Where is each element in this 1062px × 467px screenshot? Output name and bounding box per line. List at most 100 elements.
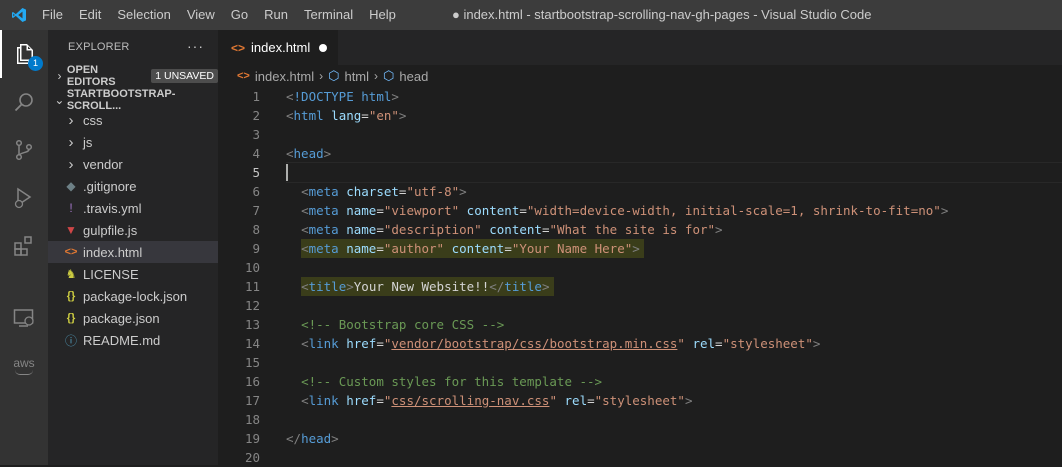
project-section[interactable]: ⌄ STARTBOOTSTRAP-SCROLL... <box>48 88 218 112</box>
code-token: "Your Name Here" <box>511 241 633 256</box>
menu-terminal[interactable]: Terminal <box>296 0 361 30</box>
code-token: html <box>293 108 324 123</box>
chevron-down-icon: ⌄ <box>54 93 65 107</box>
run-debug-icon <box>14 187 32 209</box>
code-line[interactable]: 11 <title>Your New Website!!</title> <box>218 277 1062 296</box>
line-number: 14 <box>244 336 260 351</box>
unsaved-dot-icon[interactable] <box>319 43 328 52</box>
tree-item-index-html[interactable]: <> index.html <box>48 241 218 263</box>
tree-item-gulpfile-js[interactable]: ▼ gulpfile.js <box>48 219 218 241</box>
code-line[interactable]: 2 <html lang="en"> <box>218 106 1062 125</box>
code-token: " <box>677 336 685 351</box>
code-token: </ <box>286 431 302 446</box>
menu-selection[interactable]: Selection <box>109 0 178 30</box>
tree-item-travis-yml[interactable]: ! .travis.yml <box>48 197 218 219</box>
code-token: < <box>301 241 309 256</box>
code-token: > <box>715 222 723 237</box>
breadcrumb-html[interactable]: html <box>344 69 369 84</box>
activity-aws[interactable]: aws <box>0 342 48 390</box>
tree-item-js[interactable]: › js <box>48 131 218 153</box>
code-line[interactable]: 14 <link href="vendor/bootstrap/css/boot… <box>218 334 1062 353</box>
tree-item-css[interactable]: › css <box>48 109 218 131</box>
breadcrumb-head[interactable]: head <box>399 69 428 84</box>
menu-go[interactable]: Go <box>223 0 256 30</box>
code-line[interactable]: 17 <link href="css/scrolling-nav.css" re… <box>218 391 1062 410</box>
code-line[interactable]: 15 <box>218 353 1062 372</box>
activity-explorer[interactable]: 1 <box>0 30 48 78</box>
explorer-badge: 1 <box>28 56 43 71</box>
more-actions-icon[interactable]: ··· <box>187 30 204 63</box>
tree-item-package-json[interactable]: {} package.json <box>48 307 218 329</box>
menu-run[interactable]: Run <box>256 0 296 30</box>
tree-item-label: .gitignore <box>83 178 137 194</box>
code-line[interactable]: 8 <meta name="description" content="What… <box>218 220 1062 239</box>
code-token: vendor/bootstrap/css/bootstrap.min.css <box>391 336 678 351</box>
explorer-sidebar: EXPLORER ··· › OPEN EDITORS 1 UNSAVED ⌄ … <box>48 30 218 465</box>
line-text: <html lang="en"> <box>286 106 406 125</box>
activity-remote-explorer[interactable] <box>0 294 48 342</box>
tree-item-label: css <box>83 112 103 128</box>
code-line[interactable]: 6 <meta charset="utf-8"> <box>218 182 1062 201</box>
code-token: = <box>519 203 527 218</box>
code-token: content <box>489 222 542 237</box>
code-line[interactable]: 7 <meta name="viewport" content="width=d… <box>218 201 1062 220</box>
code-line[interactable]: 5 <box>218 162 1062 183</box>
element-cube-icon: ⬡ <box>328 68 340 83</box>
code-token: < <box>286 146 294 161</box>
code-token: > <box>331 431 339 446</box>
code-line[interactable]: 12 <box>218 296 1062 315</box>
line-number: 12 <box>244 298 260 313</box>
line-text: <meta name="viewport" content="width=dev… <box>286 201 948 220</box>
code-token: < <box>301 279 309 294</box>
code-line[interactable]: 16 <!-- Custom styles for this template … <box>218 372 1062 391</box>
tree-item-license[interactable]: ♞ LICENSE <box>48 263 218 285</box>
menu-view[interactable]: View <box>179 0 223 30</box>
text-cursor <box>286 164 288 181</box>
code-line[interactable]: 13 <!-- Bootstrap core CSS --> <box>218 315 1062 334</box>
menu-edit[interactable]: Edit <box>71 0 109 30</box>
code-line[interactable]: 3 <box>218 125 1062 144</box>
code-line[interactable]: 20 <box>218 448 1062 467</box>
code-line[interactable]: 4 <head> <box>218 144 1062 163</box>
code-token: rel <box>564 393 588 408</box>
open-editors-section[interactable]: › OPEN EDITORS 1 UNSAVED <box>48 64 218 88</box>
line-number: 17 <box>244 393 260 408</box>
tab-index-html[interactable]: <> index.html <box>218 30 338 65</box>
line-number: 7 <box>252 203 260 218</box>
activity-search[interactable] <box>0 78 48 126</box>
tree-item-label: vendor <box>83 156 123 172</box>
breadcrumb-file[interactable]: index.html <box>255 69 314 84</box>
menu-file[interactable]: File <box>34 0 71 30</box>
activity-source-control[interactable] <box>0 126 48 174</box>
code-token: < <box>286 108 294 123</box>
code-token: " <box>549 393 557 408</box>
tree-item-package-lock-json[interactable]: {} package-lock.json <box>48 285 218 307</box>
tree-item-readme-md[interactable]: ⓘ README.md <box>48 329 218 351</box>
code-line[interactable]: 19 </head> <box>218 429 1062 448</box>
activity-run-debug[interactable] <box>0 174 48 222</box>
code-token: html <box>361 89 392 104</box>
tree-item-gitignore[interactable]: ◆ .gitignore <box>48 175 218 197</box>
code-line[interactable]: 18 <box>218 410 1062 429</box>
file-type-icon: ▼ <box>65 223 77 237</box>
code-token: = <box>587 393 595 408</box>
file-type-icon: ⓘ <box>64 333 77 348</box>
code-token: link <box>308 336 339 351</box>
activity-extensions[interactable] <box>0 222 48 270</box>
code-line[interactable]: 9 <meta name="author" content="Your Name… <box>218 239 1062 258</box>
code-token: meta <box>308 203 339 218</box>
code-token: head <box>301 431 332 446</box>
code-token: content <box>451 241 505 256</box>
code-line[interactable]: 1 <!DOCTYPE html> <box>218 87 1062 106</box>
menu-help[interactable]: Help <box>361 0 404 30</box>
line-number: 10 <box>244 260 260 275</box>
tree-item-label: index.html <box>83 244 143 260</box>
line-number: 8 <box>252 222 260 237</box>
tree-item-vendor[interactable]: › vendor <box>48 153 218 175</box>
line-number: 18 <box>244 412 260 427</box>
code-line[interactable]: 10 <box>218 258 1062 277</box>
